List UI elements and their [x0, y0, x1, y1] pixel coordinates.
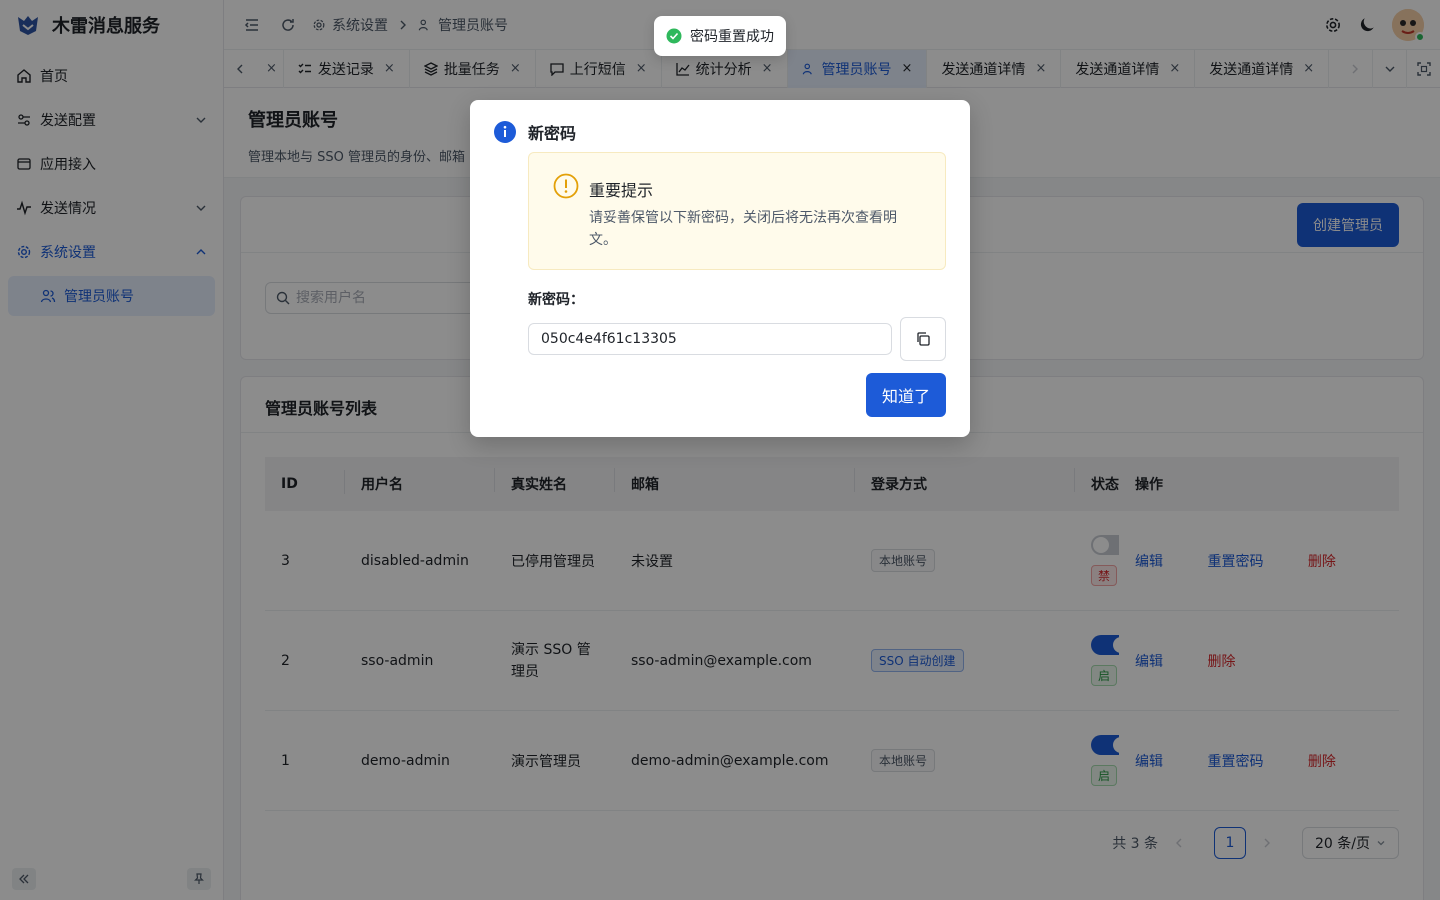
info-icon	[494, 121, 516, 143]
toast-text: 密码重置成功	[690, 29, 774, 45]
dialog-title-text: 新密码	[528, 124, 577, 143]
copy-password-button[interactable]	[900, 317, 946, 361]
check-circle-icon	[666, 28, 682, 44]
warning-alert: 重要提示 请妥善保管以下新密码，关闭后将无法再次查看明文。	[528, 152, 946, 270]
acknowledge-button[interactable]: 知道了	[866, 373, 946, 417]
alert-title: 重要提示	[589, 181, 654, 200]
copy-icon	[915, 331, 931, 347]
new-password-label: 新密码：	[528, 292, 584, 308]
new-password-field[interactable]	[528, 323, 892, 355]
alert-description: 请妥善保管以下新密码，关闭后将无法再次查看明文。	[589, 210, 897, 248]
new-password-dialog: 新密码 重要提示 请妥善保管以下新密码，关闭后将无法再次查看明文。 新密码： 知…	[470, 100, 970, 437]
dialog-title: 新密码	[494, 120, 576, 144]
warning-icon	[553, 173, 579, 199]
success-toast: 密码重置成功	[654, 16, 786, 56]
